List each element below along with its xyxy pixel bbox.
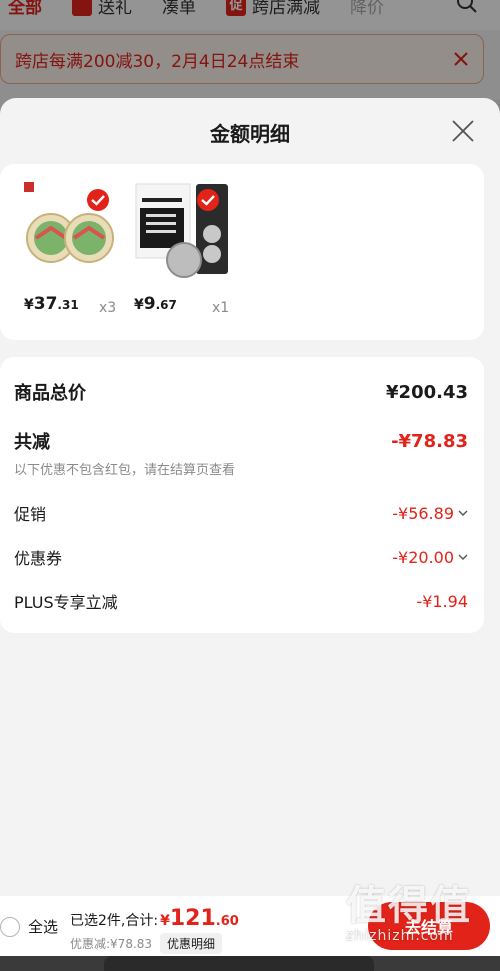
select-all-label: 全选 [28,918,59,936]
price-integer: 9 [143,294,156,314]
total-price-label: 商品总价 [14,383,86,404]
goods-price: ¥37.31 [24,294,144,314]
selected-count-label: 已选2件,合计: [70,913,159,929]
promotion-row[interactable]: 促销 -¥56.89 [14,501,468,525]
total-reduce-label: 共减 [14,432,50,453]
total-reduce-row: 共减 -¥78.83 [14,428,468,454]
system-nav-bar [0,956,500,971]
sheet-title: 金额明细 [210,122,290,146]
total-price-row: 商品总价 ¥200.43 [14,379,468,405]
price-integer: 37 [33,294,58,314]
goods-price: ¥9.67 [134,294,254,314]
checked-icon [197,189,219,211]
coupon-label: 优惠券 [14,549,63,568]
plus-discount-label: PLUS专享立减 [14,593,118,612]
coupon-value: -¥20.00 [392,547,454,567]
promotion-value: -¥56.89 [392,503,454,523]
chevron-down-icon [458,554,468,560]
price-decimal: .67 [155,298,177,312]
total-reduce-value: -¥78.83 [391,430,468,452]
checked-icon [87,189,109,211]
total-price-value: ¥200.43 [386,381,468,403]
coupon-row[interactable]: 优惠券 -¥20.00 [14,545,468,569]
discount-detail-button[interactable]: 优惠明细 [160,933,223,954]
total-decimal: .60 [215,914,239,929]
sheet-header: 金额明细 [0,98,500,164]
currency-symbol: ¥ [134,297,144,313]
goods-item[interactable] [134,182,244,284]
plus-discount-row: PLUS专享立减 -¥1.94 [14,589,468,613]
total-integer: 121 [169,906,216,931]
select-all-toggle[interactable]: 全选 [0,916,58,937]
nav-handle[interactable] [104,956,374,971]
close-icon[interactable] [452,120,474,142]
plus-discount-value: -¥1.94 [416,591,468,611]
checkout-bar: 全选 已选2件,合计: ¥ 121 .60 优惠减:¥78.83 优惠明细 去结… [0,896,500,956]
total-currency-symbol: ¥ [160,913,170,929]
price-detail-sheet: 金额明细 ¥37.31 x3 ¥9.67 x1 商品总价 ¥200.43 共减 … [0,98,500,896]
goods-quantity: x1 [212,300,230,316]
price-decimal: .31 [57,298,79,312]
saved-row: 优惠减:¥78.83 优惠明细 [70,933,223,954]
goods-card: ¥37.31 x3 ¥9.67 x1 [0,164,484,340]
chevron-down-icon [458,510,468,516]
currency-symbol: ¥ [24,297,34,313]
goods-quantity: x3 [99,300,117,316]
selected-total: 已选2件,合计: ¥ 121 .60 [70,906,239,931]
price-summary-card: 商品总价 ¥200.43 共减 -¥78.83 以下优惠不包含红包，请在结算页查… [0,357,484,633]
promotion-value-group: -¥56.89 [392,504,468,523]
select-all-radio[interactable] [0,916,20,937]
saved-amount: 优惠减:¥78.83 [70,937,153,951]
red-packet-hint: 以下优惠不包含红包，请在结算页查看 [14,463,236,478]
goods-item[interactable] [24,182,134,284]
coupon-value-group: -¥20.00 [392,548,468,567]
checkout-button[interactable]: 去结算 [368,902,490,950]
promotion-label: 促销 [14,505,47,524]
